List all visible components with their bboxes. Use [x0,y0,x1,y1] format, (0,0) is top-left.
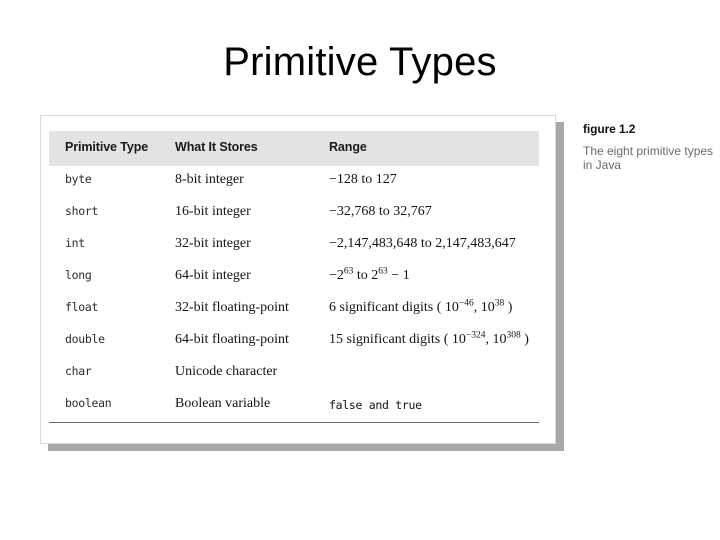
figure-image: Primitive Type What It Stores Range byte… [40,115,564,451]
cell-what-it-stores: 32-bit integer [175,236,251,251]
cell-what-it-stores: 8-bit integer [175,172,244,187]
figure-caption-label: figure 1.2 [583,122,636,136]
table-row: short 16-bit integer −32,768 to 32,767 [49,198,539,230]
page-title: Primitive Types [223,40,497,84]
cell-primitive-type: float [65,300,99,314]
cell-what-it-stores: Unicode character [175,364,278,379]
cell-range: 6 significant digits ( 10−46, 1038 ) [329,298,513,315]
table-body: byte 8-bit integer −128 to 127 short 16-bit … [49,166,539,422]
cell-range: −128 to 127 [329,172,397,187]
cell-primitive-type: char [65,364,92,378]
cell-primitive-type: byte [65,172,92,186]
cell-what-it-stores: Boolean variable [175,396,271,411]
cell-primitive-type: boolean [65,396,112,410]
figure-caption: figure 1.2 The eight primitive types in … [583,122,715,172]
cell-range: −2,147,483,648 to 2,147,483,647 [329,236,516,251]
table-row: char Unicode character [49,358,539,390]
cell-what-it-stores: 32-bit floating-point [175,300,289,315]
cell-what-it-stores: 16-bit integer [175,204,251,219]
cell-what-it-stores: 64-bit floating-point [175,332,289,347]
cell-what-it-stores: 64-bit integer [175,268,251,283]
table-header-row: Primitive Type What It Stores Range [49,131,539,166]
figure-caption-text: The eight primitive types in Java [583,144,714,172]
slide: Primitive Types Primitive Type What It S… [0,0,720,540]
cell-primitive-type: int [65,236,85,250]
cell-range: −32,768 to 32,767 [329,204,432,219]
table-row: byte 8-bit integer −128 to 127 [49,166,539,198]
cell-range: −263 to 263 − 1 [329,266,410,283]
table-row: long 64-bit integer −263 to 263 − 1 [49,262,539,294]
table-row: double 64-bit floating-point 15 significan… [49,326,539,358]
cell-range: false and true [329,398,422,412]
table-row: float 32-bit floating-point 6 significant … [49,294,539,326]
column-header-primitive-type: Primitive Type [65,140,149,154]
table-row: int 32-bit integer −2,147,483,648 to 2,147… [49,230,539,262]
cell-primitive-type: short [65,204,99,218]
cell-primitive-type: long [65,268,92,282]
column-header-what-it-stores: What It Stores [175,140,258,154]
table-row: boolean Boolean variable false and true [49,390,539,422]
cell-primitive-type: double [65,332,105,346]
cell-range: 15 significant digits ( 10−324, 10308 ) [329,330,529,347]
figure-page: Primitive Type What It Stores Range byte… [40,115,556,444]
table-bottom-rule [49,422,539,423]
column-header-range: Range [329,140,367,154]
